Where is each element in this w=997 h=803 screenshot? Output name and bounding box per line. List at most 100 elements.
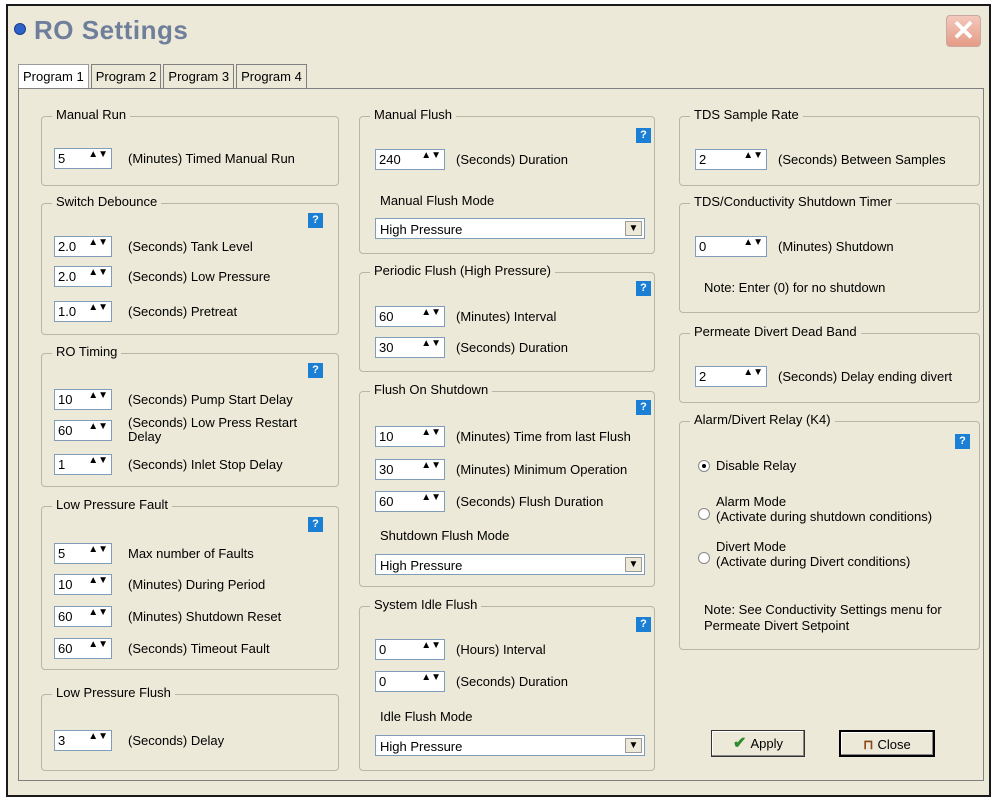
shutdown-reset-spinner[interactable]: 60 ▲▼ [54, 606, 112, 627]
spin-arrows-icon[interactable]: ▲▼ [88, 456, 108, 466]
help-icon[interactable]: ? [636, 617, 651, 632]
flush-on-shutdown-group: Flush On Shutdown ? 10 ▲▼ (Minutes) Time… [359, 382, 655, 587]
help-icon[interactable]: ? [636, 128, 651, 143]
low-pressure-spinner[interactable]: 2.0 ▲▼ [54, 266, 112, 287]
during-period-spinner[interactable]: 10 ▲▼ [54, 574, 112, 595]
close-button[interactable]: ⊓ Close [839, 730, 935, 757]
spin-arrows-icon[interactable]: ▲▼ [88, 422, 108, 432]
tds-sample-rate-spinner[interactable]: 2 ▲▼ [695, 149, 767, 170]
periodic-interval-spinner[interactable]: 60 ▲▼ [375, 306, 445, 327]
spin-arrows-icon[interactable]: ▲▼ [421, 339, 441, 349]
help-icon[interactable]: ? [636, 281, 651, 296]
tank-level-spinner[interactable]: 2.0 ▲▼ [54, 236, 112, 257]
field-label: (Minutes) Time from last Flush [456, 429, 631, 444]
tds-shutdown-spinner[interactable]: 0 ▲▼ [695, 236, 767, 257]
divert-mode-radio[interactable] [698, 552, 710, 564]
spin-arrows-icon[interactable]: ▲▼ [88, 732, 108, 742]
spin-arrows-icon[interactable]: ▲▼ [421, 641, 441, 651]
field-label: (Seconds) Low Press Restart Delay [128, 415, 298, 444]
spin-arrows-icon[interactable]: ▲▼ [421, 428, 441, 438]
periodic-duration-spinner[interactable]: 30 ▲▼ [375, 337, 445, 358]
chevron-down-icon[interactable]: ▼ [625, 221, 642, 236]
divert-mode-label[interactable]: Divert Mode [716, 539, 786, 554]
spin-arrows-icon[interactable]: ▲▼ [421, 308, 441, 318]
spin-arrows-icon[interactable]: ▲▼ [743, 368, 763, 378]
alarm-mode-radio[interactable] [698, 508, 710, 520]
tab-program-3[interactable]: Program 3 [163, 64, 235, 88]
spin-arrows-icon[interactable]: ▲▼ [421, 673, 441, 683]
field-label: (Seconds) Timeout Fault [128, 641, 270, 656]
spin-arrows-icon[interactable]: ▲▼ [421, 151, 441, 161]
apply-button[interactable]: ✔ Apply [711, 730, 805, 757]
group-legend: TDS/Conductivity Shutdown Timer [690, 194, 896, 209]
pretreat-spinner[interactable]: 1.0 ▲▼ [54, 301, 112, 322]
idle-interval-spinner[interactable]: 0 ▲▼ [375, 639, 445, 660]
spin-arrows-icon[interactable]: ▲▼ [88, 640, 108, 650]
alarm-mode-label[interactable]: Alarm Mode [716, 494, 786, 509]
timeout-fault-spinner[interactable]: 60 ▲▼ [54, 638, 112, 659]
help-icon[interactable]: ? [308, 517, 323, 532]
group-legend: TDS Sample Rate [690, 107, 803, 122]
flush-duration-spinner[interactable]: 60 ▲▼ [375, 491, 445, 512]
manual-flush-mode-select[interactable]: High Pressure ▼ [375, 218, 645, 239]
disable-relay-label[interactable]: Disable Relay [716, 458, 796, 473]
low-pressure-flush-group: Low Pressure Flush 3 ▲▼ (Seconds) Delay [41, 685, 339, 771]
manual-flush-duration-spinner[interactable]: 240 ▲▼ [375, 149, 445, 170]
help-icon[interactable]: ? [955, 434, 970, 449]
max-faults-spinner[interactable]: 5 ▲▼ [54, 543, 112, 564]
close-window-button[interactable]: ✕ [946, 15, 981, 47]
tab-program-2[interactable]: Program 2 [90, 64, 162, 88]
low-pressure-flush-delay-spinner[interactable]: 3 ▲▼ [54, 730, 112, 751]
field-label: (Minutes) During Period [128, 577, 266, 592]
help-icon[interactable]: ? [308, 363, 323, 378]
help-icon[interactable]: ? [308, 213, 323, 228]
spin-arrows-icon[interactable]: ▲▼ [88, 391, 108, 401]
inlet-stop-delay-spinner[interactable]: 1 ▲▼ [54, 454, 112, 475]
field-label: (Seconds) Pretreat [128, 304, 238, 319]
field-label: (Seconds) Inlet Stop Delay [128, 457, 283, 472]
group-legend: Manual Run [52, 107, 131, 122]
spin-arrows-icon[interactable]: ▲▼ [88, 268, 108, 278]
manual-run-spinner[interactable]: 5 ▲▼ [54, 148, 112, 169]
tab-program-1[interactable]: Program 1 [18, 64, 89, 90]
spin-arrows-icon[interactable]: ▲▼ [88, 150, 108, 160]
spin-arrows-icon[interactable]: ▲▼ [88, 576, 108, 586]
group-legend: Manual Flush [370, 107, 457, 122]
field-label: (Seconds) Delay [128, 733, 225, 748]
time-from-last-flush-spinner[interactable]: 10 ▲▼ [375, 426, 445, 447]
idle-flush-mode-select[interactable]: High Pressure ▼ [375, 735, 645, 756]
minimum-operation-spinner[interactable]: 30 ▲▼ [375, 459, 445, 480]
spin-arrows-icon[interactable]: ▲▼ [421, 461, 441, 471]
idle-duration-spinner[interactable]: 0 ▲▼ [375, 671, 445, 692]
periodic-flush-group: Periodic Flush (High Pressure) ? 60 ▲▼ (… [359, 263, 655, 372]
field-label: (Seconds) Between Samples [778, 152, 946, 167]
field-label: Max number of Faults [128, 546, 254, 561]
title-bar: RO Settings ✕ [8, 6, 989, 58]
field-label: (Minutes) Shutdown Reset [128, 609, 282, 624]
chevron-down-icon[interactable]: ▼ [625, 557, 642, 572]
shutdown-flush-mode-select[interactable]: High Pressure ▼ [375, 554, 645, 575]
divert-mode-sublabel: (Activate during Divert conditions) [716, 554, 911, 569]
low-press-restart-spinner[interactable]: 60 ▲▼ [54, 420, 112, 441]
spin-arrows-icon[interactable]: ▲▼ [421, 493, 441, 503]
spin-arrows-icon[interactable]: ▲▼ [88, 545, 108, 555]
permeate-divert-spinner[interactable]: 2 ▲▼ [695, 366, 767, 387]
field-label: (Seconds) Duration [456, 340, 568, 355]
group-legend: Low Pressure Flush [52, 685, 175, 700]
spin-arrows-icon[interactable]: ▲▼ [743, 151, 763, 161]
alarm-divert-relay-group: Alarm/Divert Relay (K4) ? Disable Relay … [679, 412, 980, 650]
pump-start-delay-spinner[interactable]: 10 ▲▼ [54, 389, 112, 410]
spin-arrows-icon[interactable]: ▲▼ [88, 238, 108, 248]
spin-arrows-icon[interactable]: ▲▼ [743, 238, 763, 248]
manual-run-group: Manual Run 5 ▲▼ (Minutes) Timed Manual R… [41, 107, 339, 186]
field-label: (Seconds) Flush Duration [456, 494, 604, 509]
shutdown-flush-mode-label: Shutdown Flush Mode [380, 528, 510, 543]
spin-arrows-icon[interactable]: ▲▼ [88, 608, 108, 618]
tab-program-4[interactable]: Program 4 [236, 64, 307, 88]
field-label: (Seconds) Tank Level [128, 239, 253, 254]
chevron-down-icon[interactable]: ▼ [625, 738, 642, 753]
group-legend: Permeate Divert Dead Band [690, 324, 861, 339]
disable-relay-radio[interactable] [698, 460, 710, 472]
help-icon[interactable]: ? [636, 400, 651, 415]
spin-arrows-icon[interactable]: ▲▼ [88, 303, 108, 313]
